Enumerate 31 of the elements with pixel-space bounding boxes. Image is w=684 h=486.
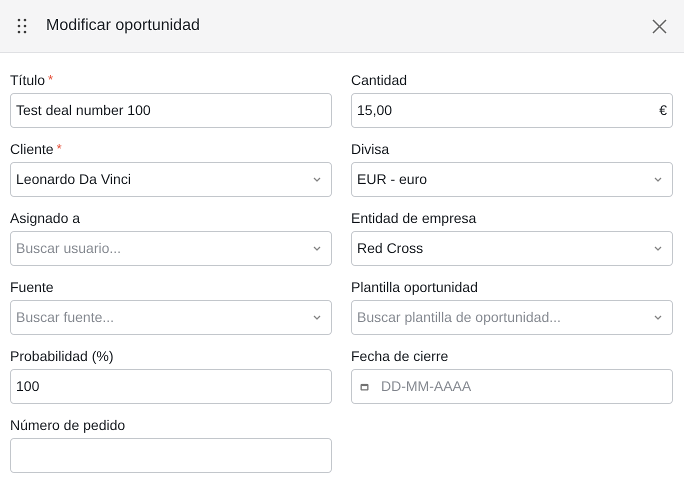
field-label: Divisa <box>351 140 390 158</box>
select-field[interactable]: Red Cross <box>351 231 673 266</box>
dialog-title: Modificar oportunidad <box>46 16 200 36</box>
select-field[interactable]: Leonardo Da Vinci <box>10 162 332 197</box>
text-field[interactable]: 100 <box>10 369 332 404</box>
required-mark: * <box>56 140 62 158</box>
chevron-down-icon <box>654 177 662 182</box>
field-label: Asignado a <box>10 208 80 228</box>
close-button[interactable] <box>651 18 667 34</box>
chevron-down-icon <box>654 315 662 320</box>
text-field[interactable]: Test deal number 100 <box>10 93 332 128</box>
field-label: Probabilidad (%) <box>10 346 114 366</box>
field-label: Número de pedido <box>10 416 126 435</box>
currency-symbol: € <box>659 101 667 120</box>
chevron-down-icon <box>313 315 321 320</box>
field-label: Cantidad <box>351 70 408 90</box>
chevron-down-icon <box>313 246 321 251</box>
field-label: Título <box>10 70 46 90</box>
field-label: Fecha de cierre <box>351 346 448 366</box>
drag-handle-icon[interactable] <box>17 18 27 34</box>
text-field[interactable] <box>10 438 332 473</box>
field-label: Cliente <box>10 140 54 158</box>
field-label: Entidad de empresa <box>351 208 476 228</box>
field-label: Plantilla oportunidad <box>351 278 478 297</box>
field-label: Fuente <box>10 278 54 296</box>
select-field[interactable]: EUR - euro <box>351 162 673 197</box>
amount-field[interactable]: 15,00 € <box>351 93 673 128</box>
chevron-down-icon <box>654 246 662 251</box>
required-mark: * <box>48 71 54 90</box>
chevron-down-icon <box>313 177 321 182</box>
calendar-icon <box>360 382 369 390</box>
